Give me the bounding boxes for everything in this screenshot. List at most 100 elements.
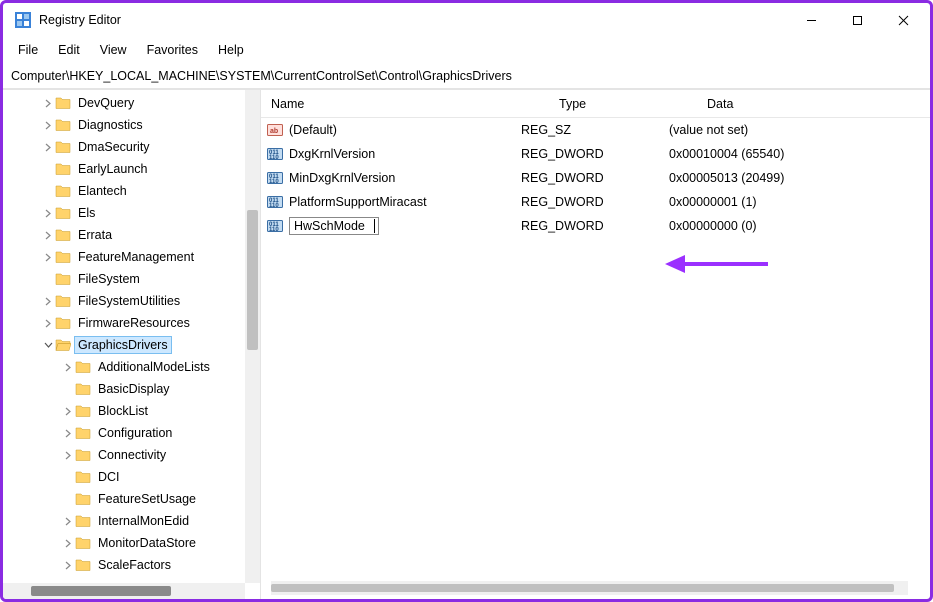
tree-item-label: BlockList	[95, 403, 151, 419]
tree-pane: DevQuery Diagnostics DmaSecurity EarlyLaunc…	[3, 90, 261, 599]
dword-value-icon	[261, 146, 289, 162]
folder-icon	[55, 293, 71, 309]
value-row[interactable]: (Default)REG_SZ(value not set)	[261, 118, 930, 142]
tree-item-label: MonitorDataStore	[95, 535, 199, 551]
chevron-right-icon[interactable]	[41, 231, 55, 240]
value-name-edit-input[interactable]: HwSchMode	[289, 217, 379, 235]
chevron-down-icon[interactable]	[41, 341, 55, 350]
value-name: PlatformSupportMiracast	[289, 195, 427, 209]
tree-item[interactable]: FeatureSetUsage	[3, 488, 260, 510]
tree-item-label: FileSystem	[75, 271, 143, 287]
tree-item-label: ScaleFactors	[95, 557, 174, 573]
folder-icon	[75, 447, 91, 463]
folder-icon	[75, 535, 91, 551]
tree-item[interactable]: MonitorDataStore	[3, 532, 260, 554]
folder-icon	[55, 183, 71, 199]
menu-help[interactable]: Help	[209, 40, 253, 60]
app-icon	[15, 12, 31, 28]
column-header-name[interactable]: Name	[261, 97, 549, 111]
chevron-right-icon[interactable]	[41, 121, 55, 130]
tree-item-label: FeatureManagement	[75, 249, 197, 265]
chevron-right-icon[interactable]	[41, 209, 55, 218]
chevron-right-icon[interactable]	[41, 253, 55, 262]
minimize-button[interactable]	[788, 5, 834, 35]
tree-item[interactable]: Configuration	[3, 422, 260, 444]
chevron-right-icon[interactable]	[61, 451, 75, 460]
tree-item[interactable]: Connectivity	[3, 444, 260, 466]
menu-edit[interactable]: Edit	[49, 40, 89, 60]
tree-item[interactable]: FeatureManagement	[3, 246, 260, 268]
dword-value-icon	[261, 194, 289, 210]
menu-file[interactable]: File	[9, 40, 47, 60]
tree-item[interactable]: FirmwareResources	[3, 312, 260, 334]
tree-horizontal-scrollbar[interactable]	[3, 583, 245, 599]
menu-favorites[interactable]: Favorites	[138, 40, 207, 60]
value-type: REG_SZ	[521, 123, 669, 137]
value-name: DxgKrnlVersion	[289, 147, 375, 161]
folder-icon	[55, 227, 71, 243]
chevron-right-icon[interactable]	[41, 99, 55, 108]
chevron-right-icon[interactable]	[41, 319, 55, 328]
tree-item[interactable]: FileSystem	[3, 268, 260, 290]
chevron-right-icon[interactable]	[41, 143, 55, 152]
chevron-right-icon[interactable]	[61, 429, 75, 438]
value-row[interactable]: MinDxgKrnlVersionREG_DWORD0x00005013 (20…	[261, 166, 930, 190]
folder-icon	[55, 337, 71, 353]
tree-item[interactable]: InternalMonEdid	[3, 510, 260, 532]
value-row[interactable]: PlatformSupportMiracastREG_DWORD0x000000…	[261, 190, 930, 214]
value-type: REG_DWORD	[521, 171, 669, 185]
tree-item[interactable]: Elantech	[3, 180, 260, 202]
value-type: REG_DWORD	[521, 147, 669, 161]
tree-item-label: Errata	[75, 227, 115, 243]
folder-icon	[55, 249, 71, 265]
tree-item-label: GraphicsDrivers	[75, 337, 171, 353]
tree-item[interactable]: DevQuery	[3, 92, 260, 114]
value-row[interactable]: DxgKrnlVersionREG_DWORD0x00010004 (65540…	[261, 142, 930, 166]
tree-item-label: AdditionalModeLists	[95, 359, 213, 375]
tree-item-label: DevQuery	[75, 95, 137, 111]
scrollbar-thumb[interactable]	[31, 586, 171, 596]
tree-item[interactable]: Diagnostics	[3, 114, 260, 136]
tree-item[interactable]: AdditionalModeLists	[3, 356, 260, 378]
tree-item[interactable]: BasicDisplay	[3, 378, 260, 400]
chevron-right-icon[interactable]	[61, 539, 75, 548]
close-button[interactable]	[880, 5, 926, 35]
folder-icon	[55, 117, 71, 133]
tree-item-label: FileSystemUtilities	[75, 293, 183, 309]
chevron-right-icon[interactable]	[61, 407, 75, 416]
list-body[interactable]: (Default)REG_SZ(value not set)DxgKrnlVer…	[261, 118, 930, 599]
maximize-button[interactable]	[834, 5, 880, 35]
tree-vertical-scrollbar[interactable]	[245, 90, 260, 583]
chevron-right-icon[interactable]	[41, 297, 55, 306]
chevron-right-icon[interactable]	[61, 561, 75, 570]
tree-item-label: Els	[75, 205, 98, 221]
chevron-right-icon[interactable]	[61, 517, 75, 526]
folder-icon	[55, 315, 71, 331]
list-pane: Name Type Data (Default)REG_SZ(value not…	[261, 90, 930, 599]
column-header-type[interactable]: Type	[549, 97, 697, 111]
value-data: 0x00000000 (0)	[669, 219, 930, 233]
tree-item[interactable]: EarlyLaunch	[3, 158, 260, 180]
tree-item[interactable]: ScaleFactors	[3, 554, 260, 576]
chevron-right-icon[interactable]	[61, 363, 75, 372]
tree-item-label: DmaSecurity	[75, 139, 153, 155]
folder-icon	[75, 557, 91, 573]
address-bar[interactable]: Computer\HKEY_LOCAL_MACHINE\SYSTEM\Curre…	[3, 63, 930, 89]
tree-item[interactable]: DmaSecurity	[3, 136, 260, 158]
scrollbar-thumb[interactable]	[247, 210, 258, 350]
tree-item[interactable]: FileSystemUtilities	[3, 290, 260, 312]
tree-item[interactable]: Errata	[3, 224, 260, 246]
folder-icon	[75, 513, 91, 529]
tree-body[interactable]: DevQuery Diagnostics DmaSecurity EarlyLaunc…	[3, 90, 260, 599]
list-horizontal-scrollbar[interactable]	[271, 581, 908, 595]
value-row[interactable]: HwSchModeREG_DWORD0x00000000 (0)	[261, 214, 930, 238]
tree-item[interactable]: DCI	[3, 466, 260, 488]
column-header-data[interactable]: Data	[697, 97, 930, 111]
tree-item-label: Diagnostics	[75, 117, 146, 133]
scrollbar-thumb[interactable]	[271, 584, 894, 592]
menu-view[interactable]: View	[91, 40, 136, 60]
tree-item[interactable]: Els	[3, 202, 260, 224]
tree-item[interactable]: GraphicsDrivers	[3, 334, 260, 356]
value-name: (Default)	[289, 123, 337, 137]
tree-item[interactable]: BlockList	[3, 400, 260, 422]
